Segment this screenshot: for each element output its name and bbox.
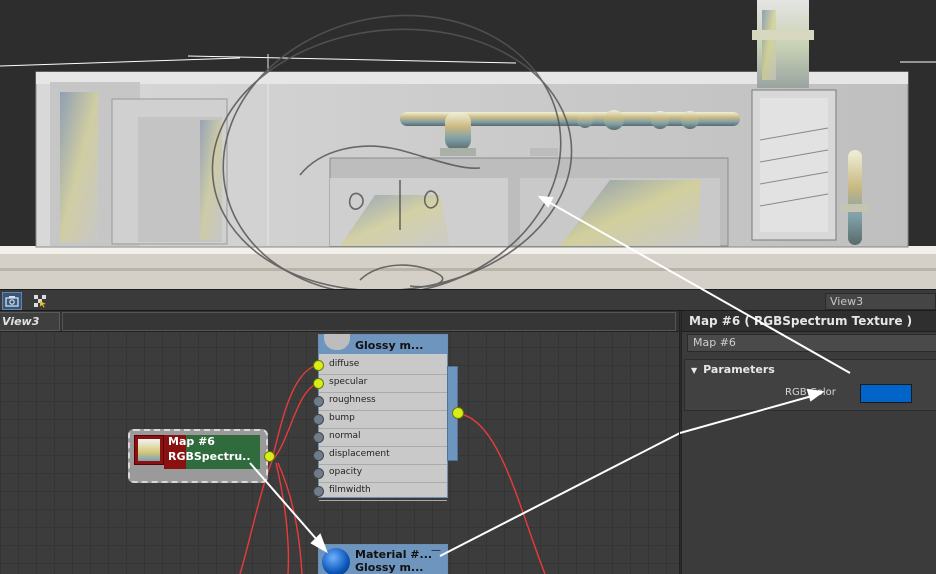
app-root: View3 View3 Glossy m... diffuse specular… — [0, 0, 936, 574]
annotation-arrows-global — [537, 195, 851, 434]
